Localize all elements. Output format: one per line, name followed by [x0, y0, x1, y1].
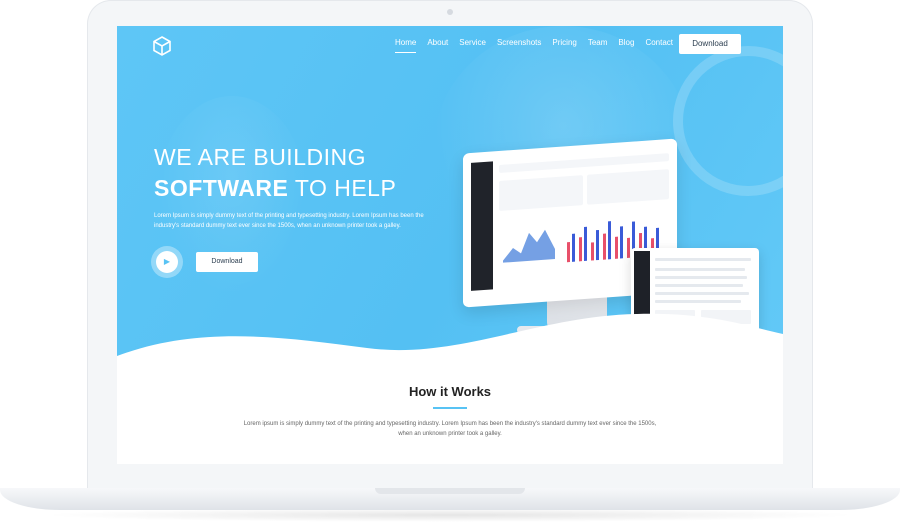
hero-description: Lorem Ipsum is simply dummy text of the … [154, 213, 424, 229]
laptop-mockup-row-graphic [655, 284, 743, 287]
title-underline [433, 407, 467, 409]
hero-headline-line2: SOFTWARE TO HELP [154, 175, 396, 202]
laptop-shadow [40, 508, 860, 522]
laptop-notch [375, 488, 525, 494]
dashboard-card-graphic [499, 175, 583, 211]
hero-wave-divider [117, 313, 783, 366]
nav-item-screenshots[interactable]: Screenshots [497, 37, 541, 53]
nav-item-contact[interactable]: Contact [645, 37, 673, 53]
how-it-works-title: How it Works [408, 384, 492, 399]
dashboard-card-graphic [587, 169, 669, 205]
nav-item-pricing[interactable]: Pricing [552, 37, 576, 53]
nav-item-home[interactable]: Home [395, 37, 417, 53]
laptop-mockup-row-graphic [655, 276, 747, 279]
play-icon: ▶ [156, 251, 178, 273]
laptop-mockup-row-graphic [655, 258, 751, 261]
cube-logo-icon[interactable] [151, 35, 173, 57]
nav-item-about[interactable]: About [427, 37, 448, 53]
dashboard-sidebar-graphic [471, 161, 493, 291]
hero-section: Home About Service Screenshots Pricing T… [117, 26, 783, 366]
website-screen: Home About Service Screenshots Pricing T… [117, 26, 783, 464]
main-nav: Home About Service Screenshots Pricing T… [395, 37, 684, 53]
play-video-button[interactable]: ▶ [151, 246, 183, 278]
nav-item-blog[interactable]: Blog [618, 37, 634, 53]
nav-item-team[interactable]: Team [588, 37, 608, 53]
laptop-mockup-row-graphic [655, 268, 745, 271]
how-it-works-description: Lorem ipsum is simply dummy text of the … [243, 421, 657, 437]
laptop-camera [447, 9, 453, 15]
nav-item-service[interactable]: Service [459, 37, 486, 53]
hero-headline-bold: SOFTWARE [154, 175, 289, 201]
nav-download-button[interactable]: Download [679, 34, 741, 54]
hero-download-button[interactable]: Download [196, 252, 258, 272]
dashboard-area-chart-graphic [503, 229, 555, 263]
hero-headline-line1: WE ARE BUILDING [154, 144, 366, 170]
hero-headline-rest: TO HELP [288, 175, 397, 201]
laptop-mockup-row-graphic [655, 292, 749, 295]
